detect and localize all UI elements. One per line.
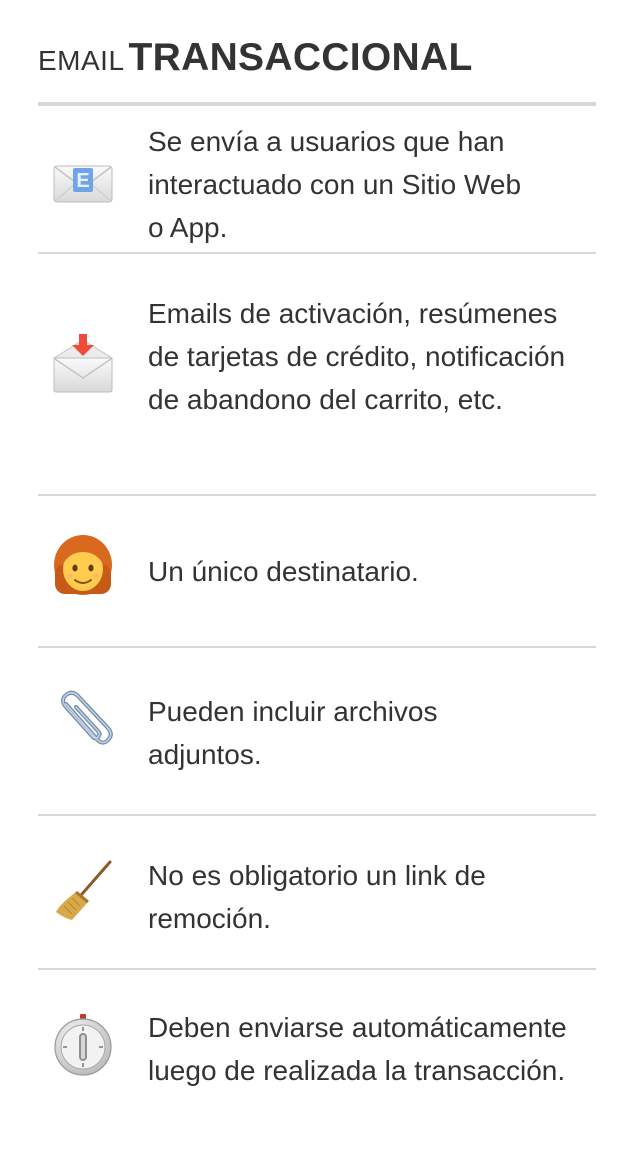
page-title-light: EMAIL — [38, 45, 125, 76]
timer-clock-icon — [52, 1014, 114, 1076]
page-title-bold: TRANSACCIONAL — [128, 36, 473, 79]
paperclip-icon — [52, 690, 114, 752]
list-item-examples: Emails de activación, resúmenes de tarje… — [38, 254, 596, 496]
content-page: EMAIL TRANSACCIONAL E Se envía a usuarios… — [38, 0, 596, 1130]
list-item-attachments: Pueden incluir archivos adjuntos. — [38, 648, 596, 816]
page-title: EMAIL TRANSACCIONAL — [38, 38, 473, 77]
list-item-text: Se envía a usuarios que han interactuado… — [148, 126, 522, 243]
list-item-text: No es obligatorio un link de remoción. — [148, 860, 486, 934]
list-item-text: Un único destinatario. — [148, 556, 419, 587]
list-item-recipient: Un único destinatario. — [38, 496, 596, 648]
header: EMAIL TRANSACCIONAL — [38, 0, 596, 106]
list-item-unsubscribe: No es obligatorio un link de remoción. — [38, 816, 596, 970]
list-item-text: Deben enviarse automáticamente luego de … — [148, 1012, 567, 1086]
list-item-users: E Se envía a usuarios que han interactua… — [38, 106, 596, 254]
list-item-text: Emails de activación, resúmenes de tarje… — [148, 298, 566, 415]
woman-face-icon — [52, 534, 114, 596]
broom-icon — [52, 860, 114, 922]
e-mail-envelope-icon: E — [52, 150, 114, 212]
incoming-envelope-icon — [52, 334, 114, 396]
list-item-text: Pueden incluir archivos adjuntos. — [148, 696, 438, 770]
list-item-automatic: Deben enviarse automáticamente luego de … — [38, 970, 596, 1130]
svg-text:E: E — [76, 170, 89, 192]
